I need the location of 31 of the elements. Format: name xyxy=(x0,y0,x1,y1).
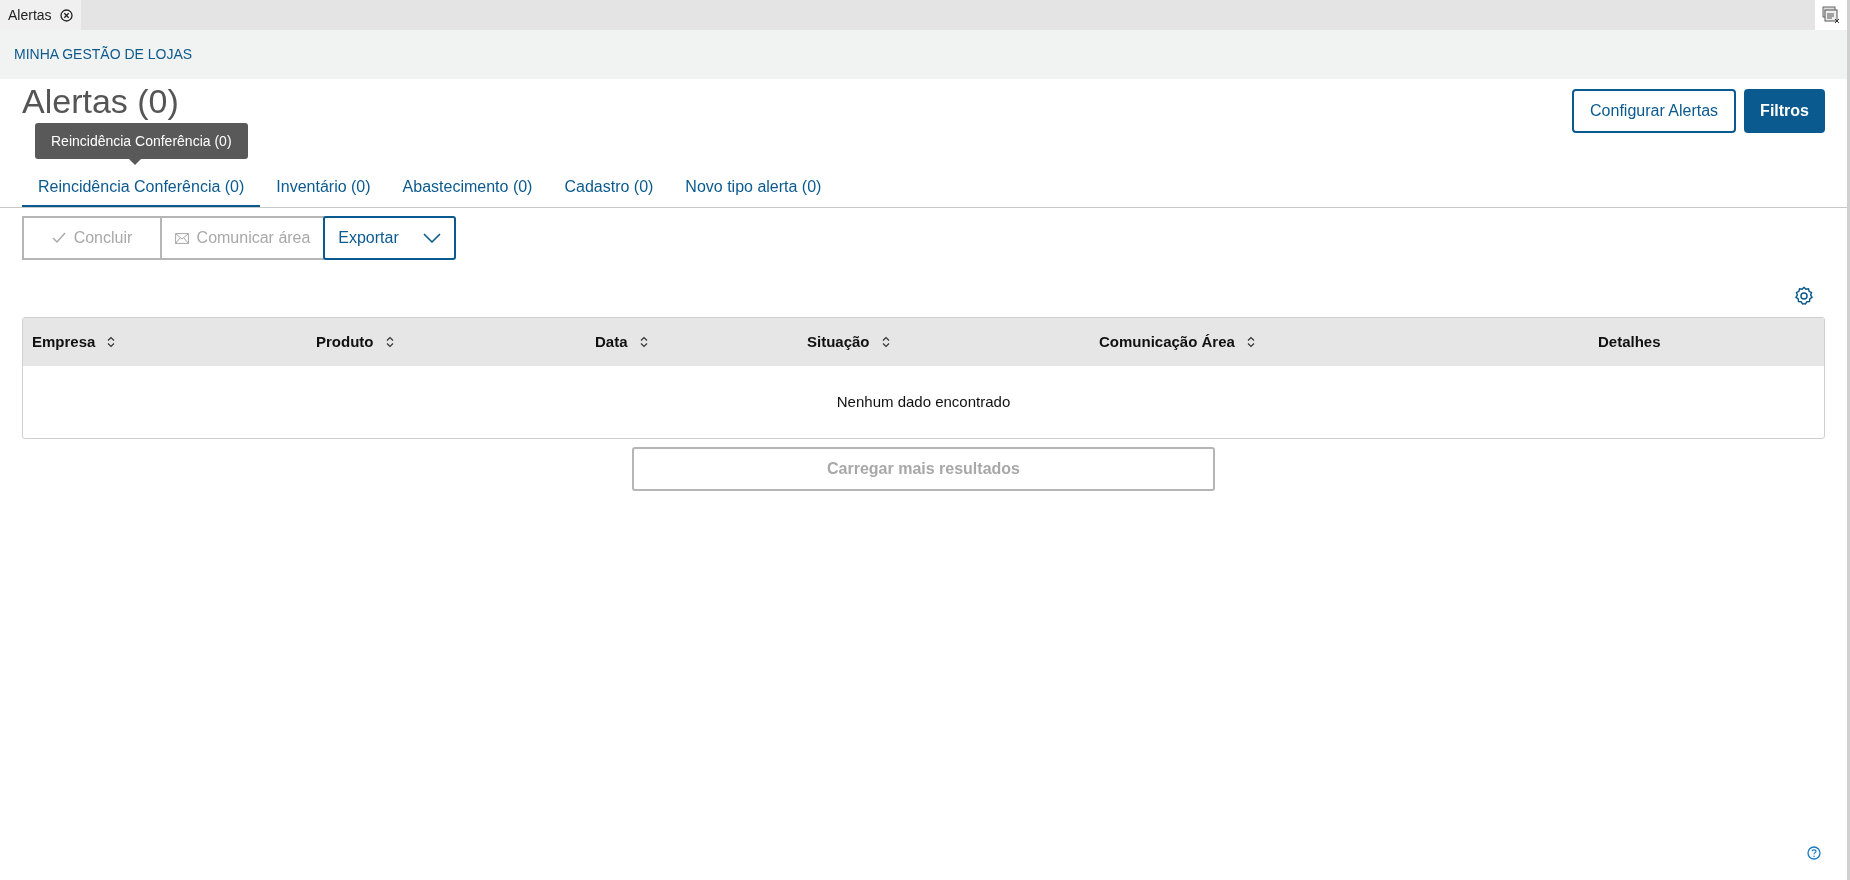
chevron-down-icon xyxy=(422,233,441,243)
column-header[interactable]: Comunicação Área xyxy=(1099,330,1235,354)
close-icon[interactable] xyxy=(59,8,73,22)
column-header[interactable]: Situação xyxy=(807,330,870,354)
breadcrumb[interactable]: MINHA GESTÃO DE LOJAS xyxy=(14,44,193,65)
column-header[interactable]: Detalhes xyxy=(1598,330,1661,354)
tab[interactable]: Novo tipo alerta (0) xyxy=(669,168,838,207)
page-title: Alertas (0) xyxy=(22,81,179,121)
tab[interactable]: Inventário (0) xyxy=(260,168,387,207)
window-list-icon[interactable] xyxy=(1822,6,1840,24)
sort-icon[interactable] xyxy=(385,336,394,348)
sort-icon[interactable] xyxy=(1246,336,1255,348)
column-header[interactable]: Empresa xyxy=(32,330,96,354)
column-header[interactable]: Produto xyxy=(316,330,374,354)
filters-button[interactable]: Filtros xyxy=(1744,89,1825,133)
settings-icon[interactable] xyxy=(1793,285,1815,307)
tab[interactable]: Cadastro (0) xyxy=(548,168,670,207)
help-icon[interactable] xyxy=(1807,846,1821,860)
tab[interactable]: Reincidência Conferência (0) xyxy=(22,168,261,207)
sort-icon[interactable] xyxy=(639,336,648,348)
tooltip: Reincidência Conferência (0) xyxy=(35,123,248,165)
check-icon xyxy=(51,232,66,244)
tab[interactable]: Abastecimento (0) xyxy=(386,168,549,207)
sort-icon[interactable] xyxy=(881,336,890,348)
empty-message: Nenhum dado encontrado xyxy=(836,391,1011,412)
sort-icon[interactable] xyxy=(107,336,116,348)
window-tab[interactable]: Alertas xyxy=(0,0,81,30)
column-header[interactable]: Data xyxy=(595,330,628,354)
export-dropdown[interactable]: Exportar xyxy=(323,216,456,260)
configure-button[interactable]: Configurar Alertas xyxy=(1572,89,1737,133)
envelope-icon xyxy=(174,232,189,244)
